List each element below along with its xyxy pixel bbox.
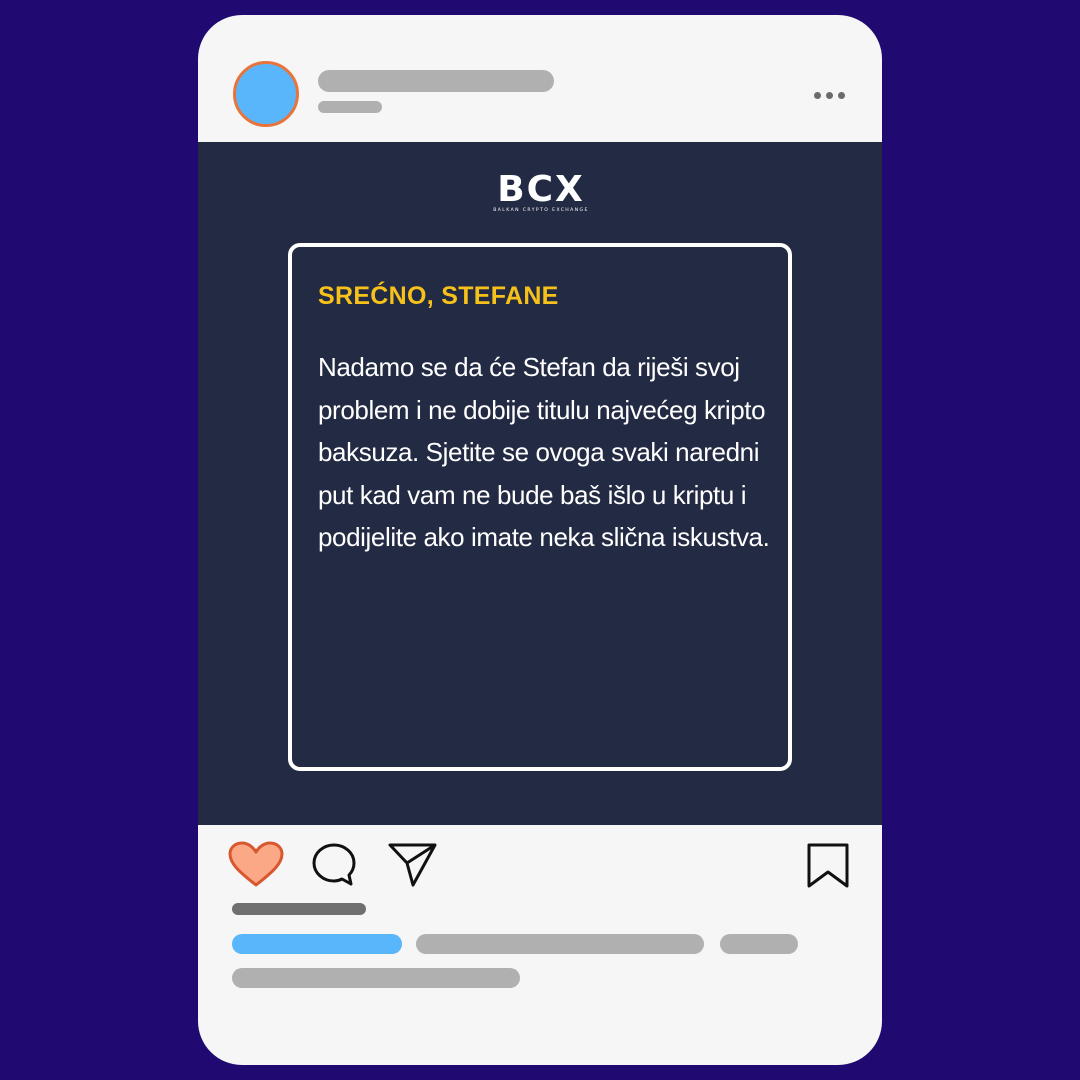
card-body: Nadamo se da će Stefan da riješi svoj pr… <box>318 352 770 552</box>
caption-username-placeholder[interactable] <box>232 934 402 954</box>
subtitle-placeholder <box>318 101 382 113</box>
avatar[interactable] <box>233 61 299 127</box>
post-frame: BCX BALKAN CRYPTO EXCHANGE SREĆNO, STEFA… <box>198 15 882 1065</box>
comment-icon[interactable] <box>311 842 357 888</box>
logo-text: BCX <box>497 169 585 210</box>
bookmark-icon[interactable] <box>806 843 850 889</box>
logo-subtext: BALKAN CRYPTO EXCHANGE <box>493 208 589 213</box>
heart-icon[interactable] <box>228 841 284 889</box>
comments-placeholder <box>232 968 520 988</box>
message-card: SREĆNO, STEFANE Nadamo se da će Stefan d… <box>288 243 792 771</box>
caption-placeholder <box>416 934 704 954</box>
post-image: BCX BALKAN CRYPTO EXCHANGE SREĆNO, STEFA… <box>198 142 882 825</box>
more-dots-icon[interactable] <box>814 89 848 101</box>
send-icon[interactable] <box>387 841 439 889</box>
username-placeholder[interactable] <box>318 70 554 92</box>
likes-placeholder <box>232 903 366 915</box>
card-title: SREĆNO, STEFANE <box>318 282 559 310</box>
post-header <box>198 15 882 142</box>
bcx-logo: BCX BALKAN CRYPTO EXCHANGE <box>482 169 600 214</box>
caption-placeholder-2 <box>720 934 798 954</box>
